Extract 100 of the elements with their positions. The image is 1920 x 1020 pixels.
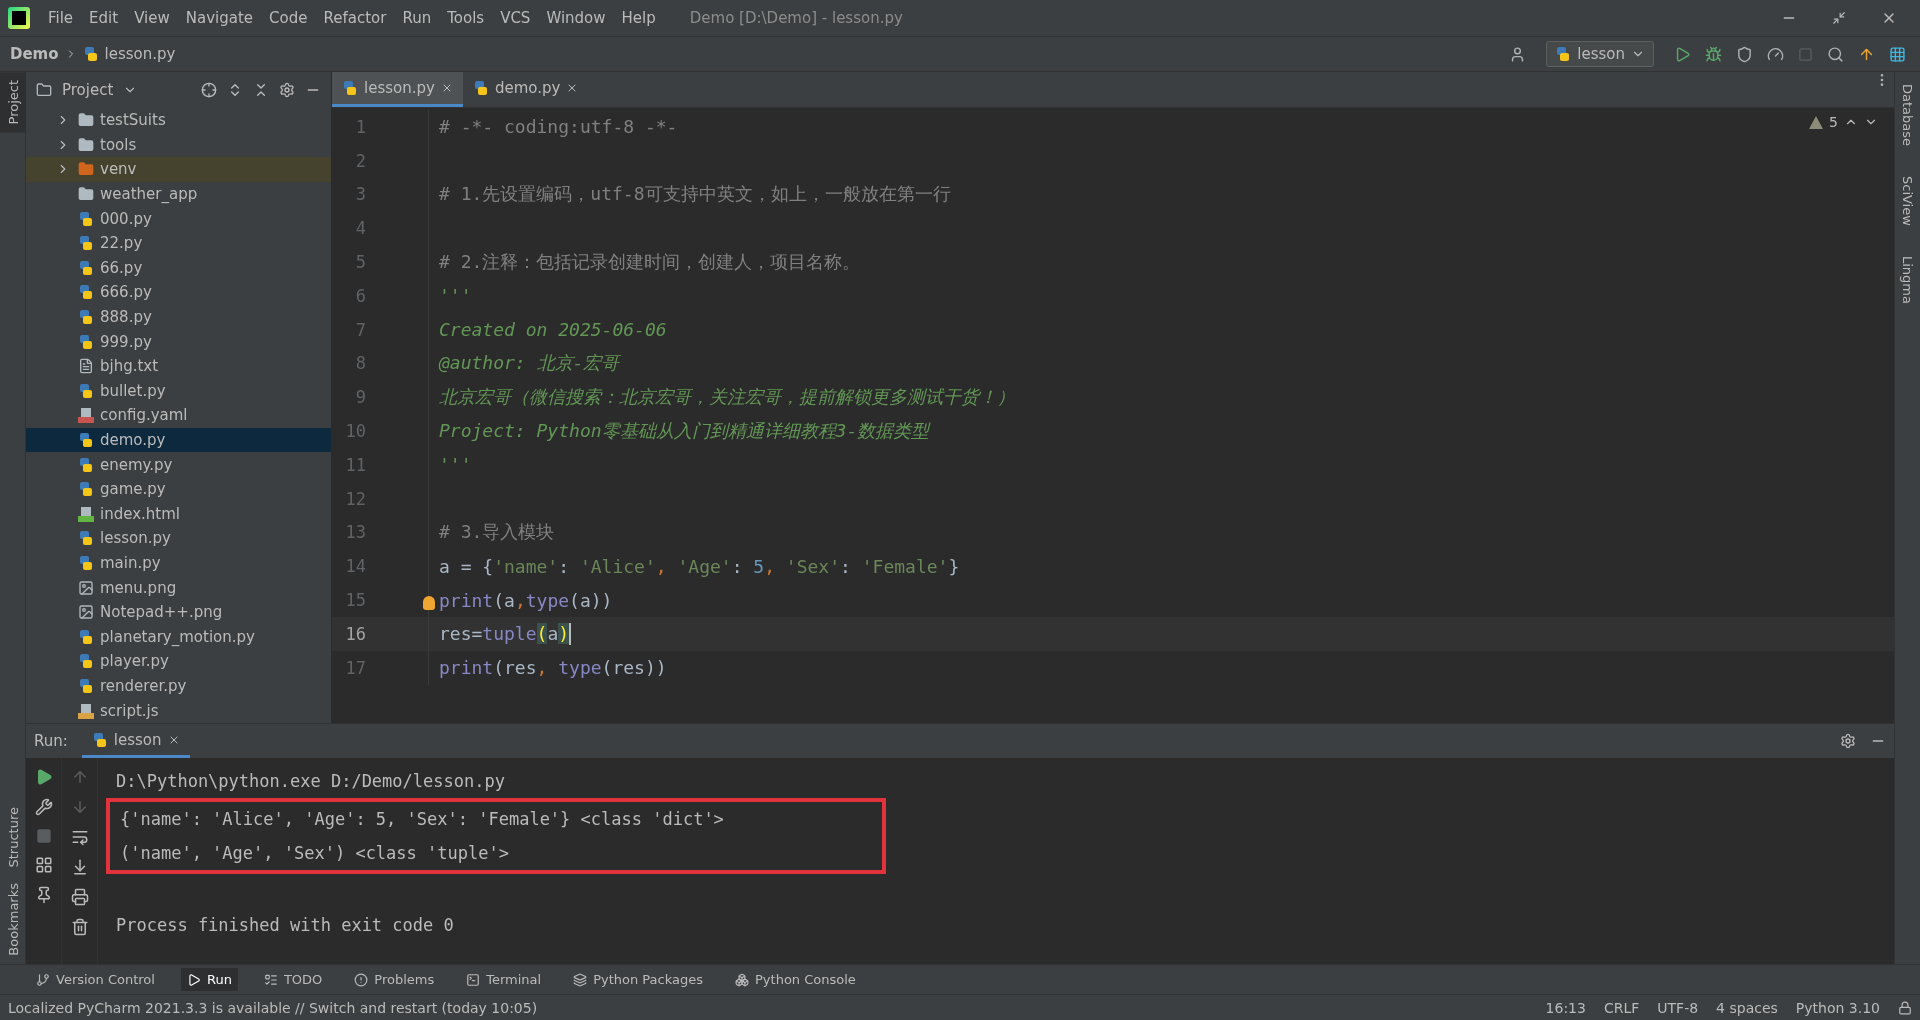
tool-window-tab[interactable]: Structure [0,798,26,876]
console-output-line: D:\Python\python.exe D:/Demo/lesson.py [115,770,506,793]
tree-item[interactable]: demo.py [26,427,331,453]
tool-window-button[interactable]: Version Control [30,968,161,991]
tool-window-tab[interactable]: SciView [1894,168,1920,234]
search-icon[interactable] [1827,45,1844,63]
menu-item[interactable]: Refactor [317,9,393,27]
menu-item[interactable]: Navigate [179,9,260,27]
tree-item[interactable]: lesson.py [26,526,331,551]
tree-item[interactable]: 888.py [26,304,331,330]
code-line: # 2.注释：包括记录创建时间，创建人，项目名称。 [438,250,861,275]
tree-item[interactable]: bjhg.txt [26,353,331,379]
tool-window-button[interactable]: Problems [348,968,441,991]
tree-item[interactable]: 66.py [26,255,331,281]
tree-item[interactable]: weather_app [26,181,331,207]
tree-item[interactable]: 999.py [26,329,331,354]
python-file-icon [78,677,94,694]
image-file-icon [78,579,94,596]
status-item[interactable]: 16:13 [1545,999,1586,1016]
status-item[interactable]: 4 spaces [1716,999,1778,1016]
menu-item[interactable]: Tools [441,9,491,27]
tree-item[interactable]: venv [26,157,331,182]
menu-item[interactable]: Help [615,9,662,27]
menu-item[interactable]: View [128,9,176,27]
tool-window-button[interactable]: Terminal [460,968,548,991]
status-item[interactable]: Python 3.10 [1795,999,1880,1016]
python-file-icon [78,210,94,227]
lightbulb-icon[interactable] [423,595,435,610]
python-file-icon [342,80,358,96]
menu-item[interactable]: VCS [494,9,537,27]
layout-icon[interactable] [34,856,53,874]
shield-icon[interactable] [1736,45,1753,63]
branch-icon [36,972,50,987]
breadcrumb-item[interactable]: lesson.py [104,45,176,63]
gauge-icon[interactable] [1767,45,1784,63]
settings-icon[interactable] [279,82,295,98]
file-name: testSuits [100,111,166,130]
menu-item[interactable]: Code [263,9,314,27]
panel-title[interactable]: Project [62,81,114,99]
file-name: menu.png [100,578,177,597]
tree-item[interactable]: tools [26,132,331,158]
tree-item[interactable]: planetary_motion.py [26,624,331,650]
tool-window-button[interactable]: Run [180,968,238,991]
terminal-icon [466,972,481,987]
python-file-icon [78,653,94,670]
menu-item[interactable]: File [42,9,80,27]
tree-item[interactable]: menu.png [26,575,331,600]
tool-window-tab[interactable]: Project [0,72,26,133]
status-message[interactable]: Localized PyCharm 2021.3.3 is available // Switch and restart (today 10:05) [8,999,1528,1016]
restore-icon[interactable] [1832,11,1846,25]
line-number: 4 [354,218,366,239]
layers-icon [573,972,588,987]
editor-tab[interactable]: lesson.py [332,72,463,107]
plugin-logo-icon[interactable] [1889,45,1906,63]
wrench-icon[interactable] [34,798,53,816]
tree-item[interactable]: player.py [26,649,331,674]
console-output-line: Process finished with exit code 0 [115,914,455,937]
menu-item[interactable]: Edit [83,9,125,27]
python-file-icon [78,432,94,448]
print-icon[interactable] [70,888,89,906]
tree-item[interactable]: game.py [26,476,331,502]
tree-item[interactable]: main.py [26,550,331,576]
run-configuration-dropdown[interactable]: lesson [1546,41,1654,67]
tool-window-tab[interactable]: Lingma [1894,247,1920,312]
tool-window-button[interactable]: Python Packages [567,968,710,991]
tree-item[interactable]: index.html [26,501,331,527]
warning-icon [1809,115,1824,129]
editor-tab[interactable]: demo.py [462,72,589,107]
tree-item[interactable]: renderer.py [26,673,331,699]
status-item[interactable]: UTF-8 [1657,999,1699,1016]
status-item[interactable]: CRLF [1603,999,1640,1016]
bug-icon[interactable] [1705,45,1722,63]
tree-item[interactable]: 000.py [26,206,331,231]
lock-icon[interactable] [1898,1000,1912,1015]
settings-icon[interactable] [1840,733,1856,749]
tool-window-button[interactable]: Python Console [729,968,862,991]
file-name: planetary_motion.py [100,627,255,646]
python-file-icon [78,530,94,547]
tool-window-tab[interactable]: Bookmarks [0,875,26,964]
run-icon[interactable] [1674,45,1691,63]
tree-item[interactable]: Notepad++.png [26,599,331,625]
file-name: script.js [100,701,159,720]
wrap-icon[interactable] [70,828,89,846]
tree-item[interactable]: enemy.py [26,452,331,477]
trash-icon[interactable] [70,918,89,936]
crosshair-icon[interactable] [201,82,217,98]
menu-item[interactable]: Window [540,9,612,27]
python-file-icon [78,235,94,252]
run-tab[interactable]: lesson [81,724,190,758]
tree-item[interactable]: script.js [26,698,331,723]
breadcrumb-item[interactable]: Demo [10,45,59,63]
tree-item[interactable]: config.yaml [26,403,331,428]
tool-window-tab[interactable]: Database [1894,76,1920,155]
tree-item[interactable]: bullet.py [26,378,331,404]
tree-item[interactable]: 22.py [26,230,331,256]
tool-window-button[interactable]: TODO [257,968,329,991]
tree-item[interactable]: 666.py [26,280,331,305]
warning-count[interactable]: 5 [1829,114,1838,130]
tree-item[interactable]: testSuits [26,108,331,133]
menu-item[interactable]: Run [396,9,438,27]
